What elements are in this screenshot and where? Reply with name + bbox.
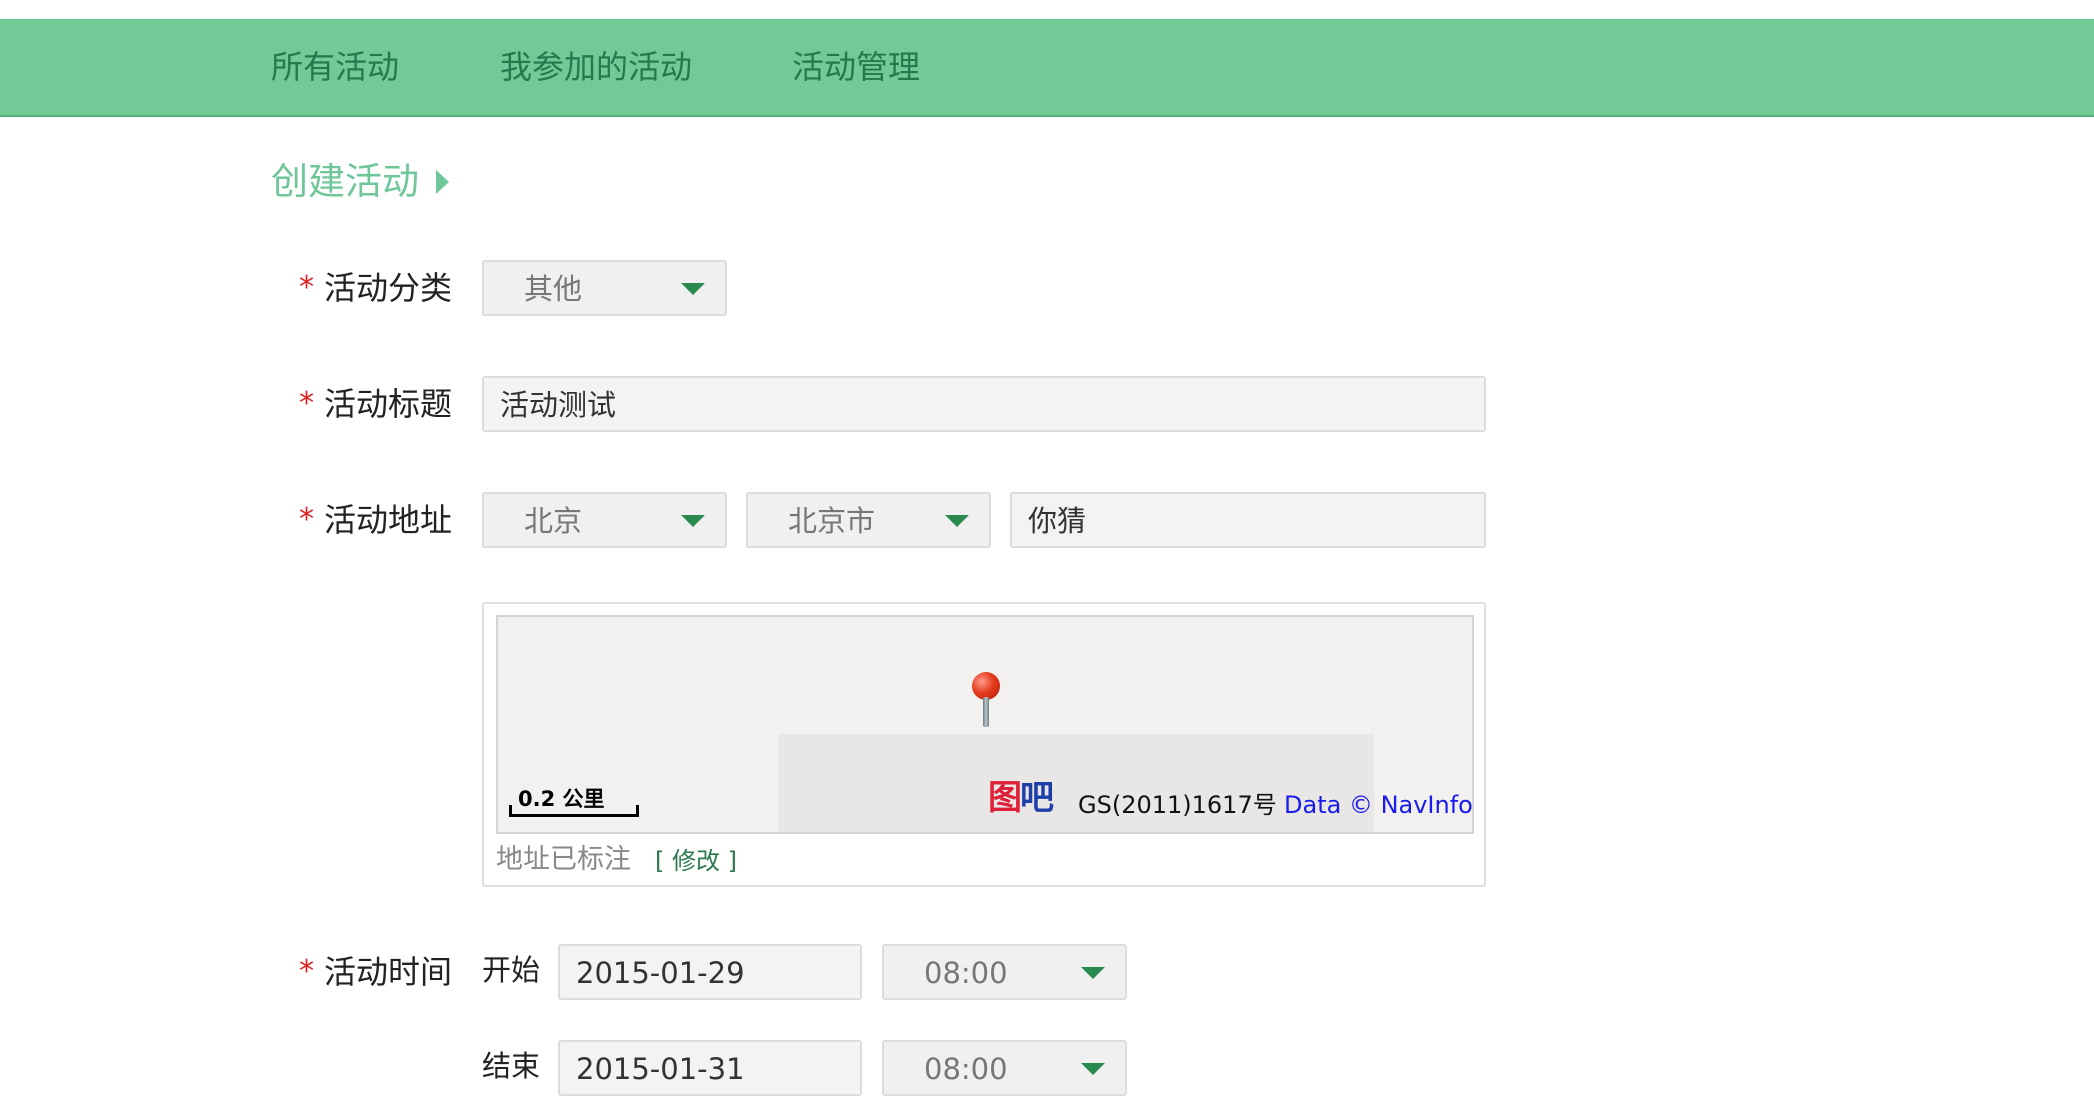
map-logo-part1: 图 (988, 778, 1022, 818)
nav-item-all-activities[interactable]: 所有活动 (271, 45, 399, 89)
required-mark: * (299, 502, 314, 537)
map-scale-bar (509, 805, 639, 817)
required-mark: * (299, 954, 314, 989)
map-license-text: GS(2011)1617号 (1078, 791, 1277, 819)
chevron-down-icon (681, 283, 705, 295)
chevron-down-icon (681, 515, 705, 527)
time-label: 活动时间 (324, 953, 453, 991)
end-label: 结束 (482, 1049, 541, 1083)
map-view[interactable]: 0.2 公里 图吧 GS(2011)1617号 Data © NavInfo (496, 615, 1474, 834)
map-panel: 0.2 公里 图吧 GS(2011)1617号 Data © NavInfo 地… (482, 602, 1486, 887)
province-select-value: 北京 (524, 504, 583, 538)
nav-item-activity-management[interactable]: 活动管理 (792, 45, 920, 89)
end-date-input[interactable]: 2015-01-31 (558, 1040, 862, 1096)
map-logo-part2: 吧 (1020, 778, 1054, 818)
address-detail-input[interactable]: 你猜 (1010, 492, 1486, 548)
start-time-select[interactable]: 08:00 (882, 944, 1127, 1000)
map-pin-icon[interactable] (972, 672, 1000, 700)
end-date-value: 2015-01-31 (576, 1052, 745, 1086)
chevron-down-icon (945, 515, 969, 527)
title-input-value: 活动测试 (500, 388, 617, 422)
map-provider-logo: 图吧 (988, 777, 1054, 819)
required-mark: * (299, 270, 314, 305)
page-title: 创建活动 (271, 160, 419, 203)
map-data-credit-link[interactable]: Data © NavInfo (1284, 789, 1473, 821)
start-time-value: 08:00 (924, 956, 1008, 990)
address-detail-value: 你猜 (1028, 504, 1087, 538)
top-nav-bar: 所有活动 我参加的活动 活动管理 (0, 19, 2094, 117)
category-label: 活动分类 (324, 269, 453, 307)
city-select-value: 北京市 (788, 504, 876, 538)
city-select[interactable]: 北京市 (746, 492, 991, 548)
start-date-value: 2015-01-29 (576, 956, 745, 990)
map-pin-stick (983, 697, 989, 727)
address-label: 活动地址 (324, 501, 453, 539)
chevron-down-icon (1081, 967, 1105, 979)
address-edit-link[interactable]: [ 修改 ] (655, 844, 737, 878)
start-date-input[interactable]: 2015-01-29 (558, 944, 862, 1000)
end-time-value: 08:00 (924, 1052, 1008, 1086)
title-input[interactable]: 活动测试 (482, 376, 1486, 432)
chevron-down-icon (1081, 1063, 1105, 1075)
caret-right-icon (436, 170, 449, 194)
start-label: 开始 (482, 953, 541, 987)
address-status-text: 地址已标注 (496, 844, 631, 875)
end-time-select[interactable]: 08:00 (882, 1040, 1127, 1096)
province-select[interactable]: 北京 (482, 492, 727, 548)
title-label: 活动标题 (324, 385, 453, 423)
nav-item-my-activities[interactable]: 我参加的活动 (500, 45, 692, 89)
category-select[interactable]: 其他 (482, 260, 727, 316)
required-mark: * (299, 386, 314, 421)
category-select-value: 其他 (524, 272, 583, 306)
